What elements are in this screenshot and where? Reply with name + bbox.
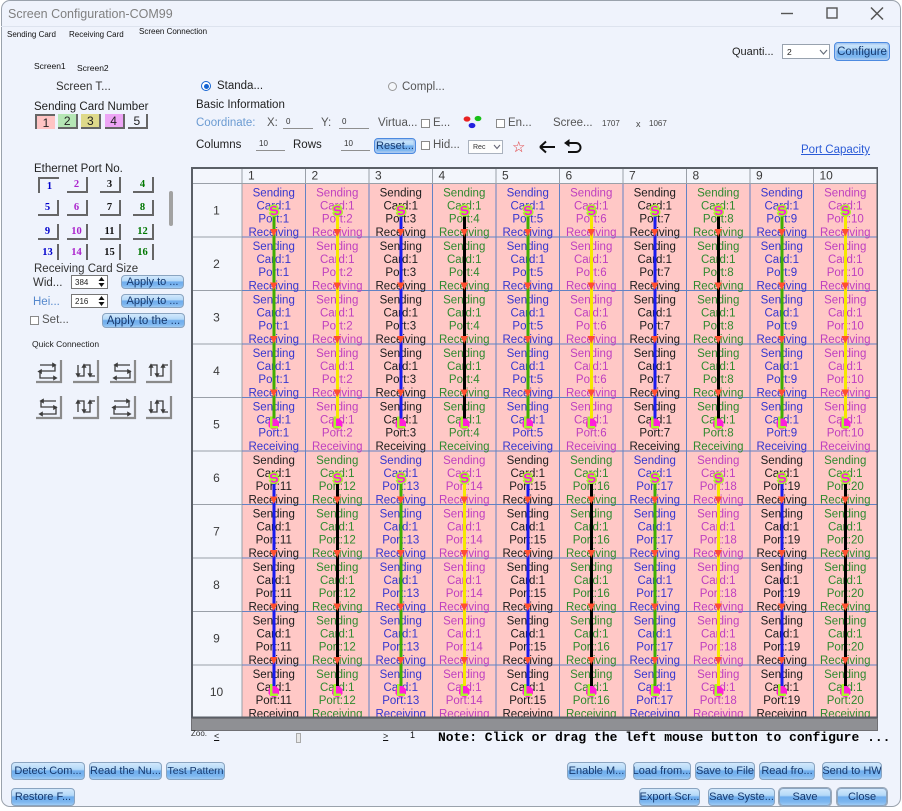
svg-text:Receiving: Receiving	[629, 440, 680, 452]
svg-text:4: 4	[213, 364, 220, 378]
svg-text:Receiving: Receiving	[312, 440, 363, 452]
svg-text:6: 6	[213, 471, 220, 485]
svg-text:1: 1	[248, 168, 255, 182]
svg-text:Sending: Sending	[570, 187, 612, 199]
svg-text:7: 7	[629, 168, 636, 182]
svg-text:9: 9	[213, 631, 220, 645]
svg-text:9: 9	[756, 168, 763, 182]
svg-text:Receiving: Receiving	[439, 440, 490, 452]
svg-text:Sending: Sending	[760, 187, 802, 199]
svg-text:10: 10	[819, 168, 833, 182]
svg-text:Sending: Sending	[824, 187, 866, 199]
svg-text:8: 8	[213, 578, 220, 592]
svg-text:Sending: Sending	[633, 187, 675, 199]
svg-text:5: 5	[213, 417, 220, 431]
svg-text:Sending: Sending	[316, 187, 358, 199]
svg-text:Receiving: Receiving	[756, 440, 807, 452]
svg-text:Sending: Sending	[570, 454, 612, 466]
svg-text:10: 10	[209, 685, 223, 699]
svg-text:Receiving: Receiving	[820, 440, 871, 452]
svg-text:Sending: Sending	[697, 454, 739, 466]
svg-text:Receiving: Receiving	[566, 440, 617, 452]
svg-text:Receiving: Receiving	[693, 440, 744, 452]
svg-text:Sending: Sending	[252, 187, 294, 199]
svg-text:Sending: Sending	[760, 454, 802, 466]
svg-text:Sending: Sending	[379, 187, 421, 199]
svg-text:1: 1	[213, 203, 220, 217]
svg-text:8: 8	[692, 168, 699, 182]
svg-text:Receiving: Receiving	[248, 440, 299, 452]
svg-text:Port:14: Port:14	[445, 695, 483, 707]
svg-text:Port:4: Port:4	[448, 427, 479, 439]
svg-text:5: 5	[502, 168, 509, 182]
svg-text:Receiving: Receiving	[375, 440, 426, 452]
svg-text:4: 4	[438, 168, 445, 182]
svg-text:7: 7	[213, 524, 220, 538]
svg-text:3: 3	[213, 310, 220, 324]
svg-text:Sending: Sending	[824, 454, 866, 466]
svg-text:6: 6	[565, 168, 572, 182]
svg-text:2: 2	[311, 168, 318, 182]
svg-text:Sending: Sending	[697, 187, 739, 199]
svg-text:Sending: Sending	[379, 454, 421, 466]
svg-text:Sending: Sending	[443, 187, 485, 199]
svg-text:Sending: Sending	[506, 187, 548, 199]
svg-text:Receiving: Receiving	[502, 440, 553, 452]
svg-text:Sending: Sending	[252, 454, 294, 466]
svg-text:Sending: Sending	[506, 454, 548, 466]
svg-text:Sending: Sending	[633, 454, 675, 466]
svg-text:3: 3	[375, 168, 382, 182]
svg-text:2: 2	[213, 257, 220, 271]
svg-text:Sending: Sending	[316, 454, 358, 466]
svg-text:Sending: Sending	[443, 454, 485, 466]
